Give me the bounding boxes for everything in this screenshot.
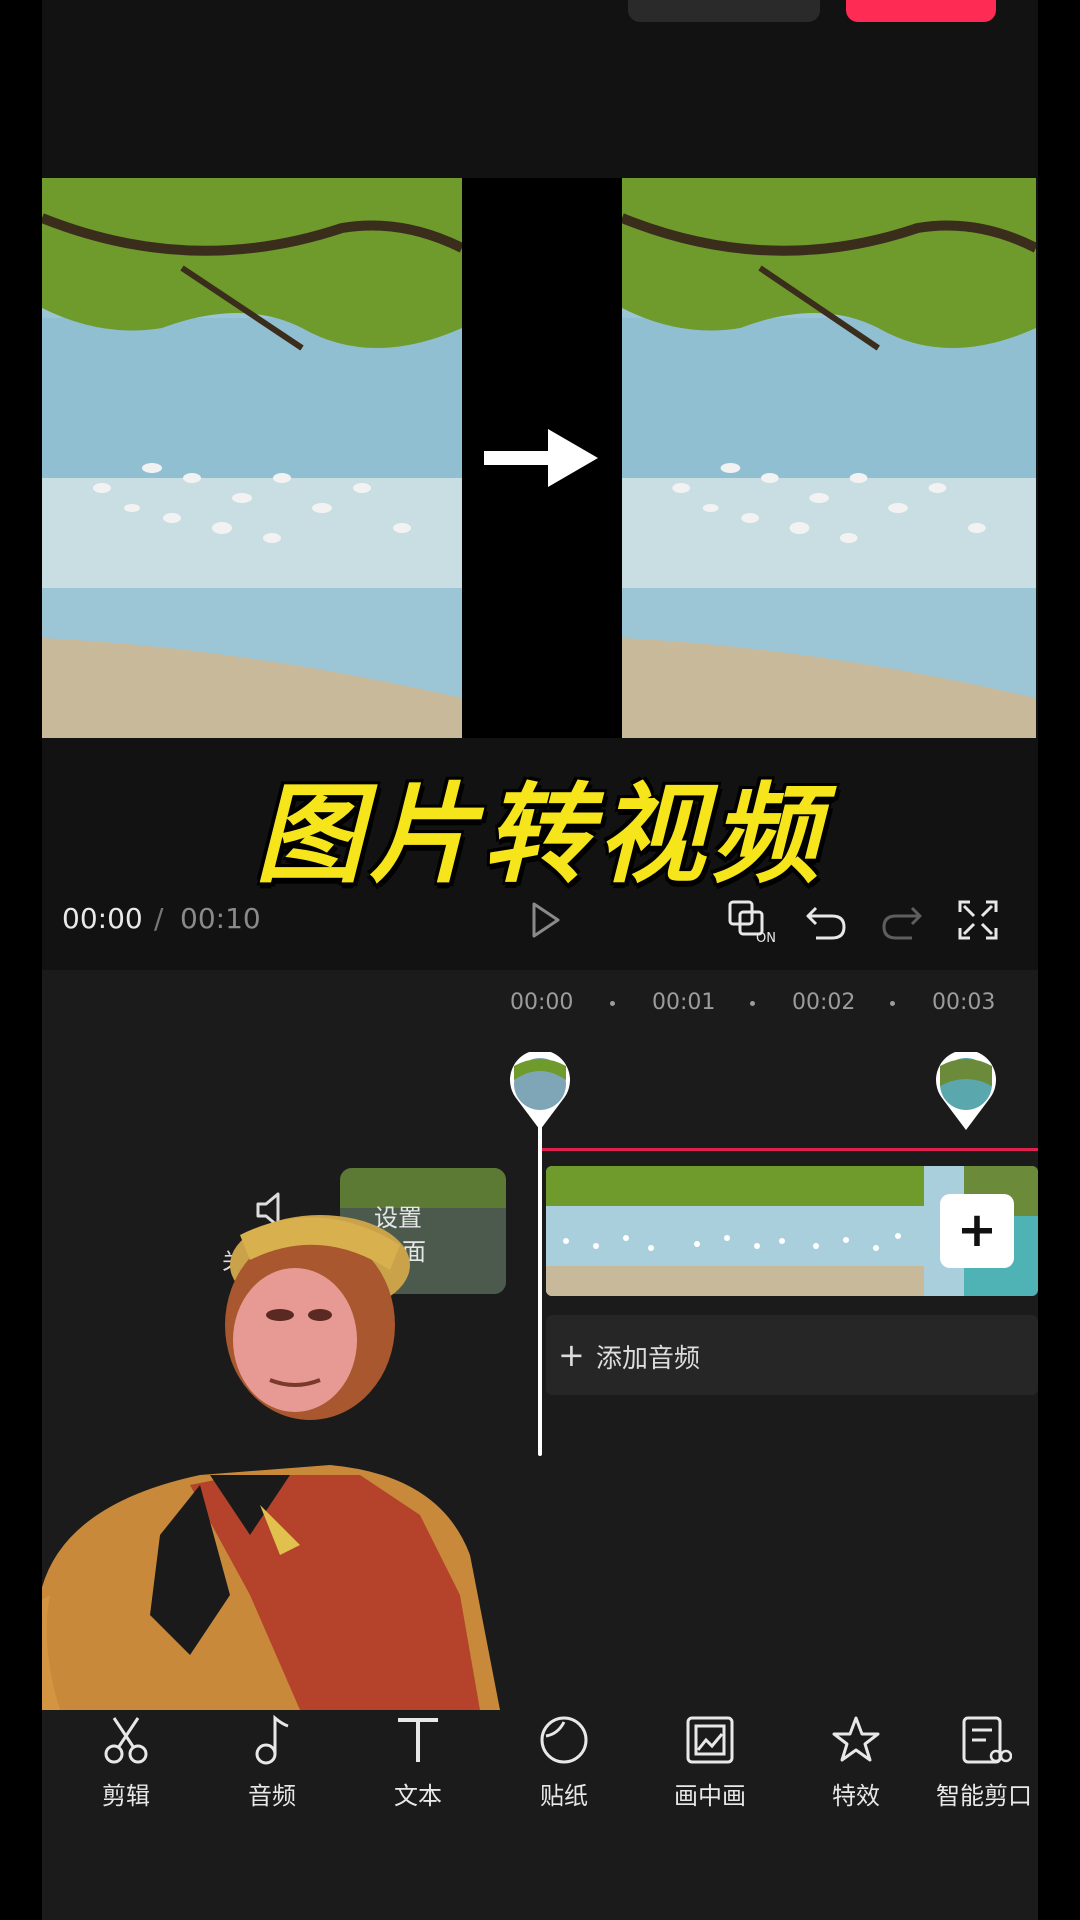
ruler-dot: [890, 1001, 895, 1006]
ruler-dot: [750, 1001, 755, 1006]
play-icon[interactable]: [520, 896, 568, 944]
redo-icon[interactable]: [878, 896, 926, 944]
top-left-icons[interactable]: [82, 0, 282, 10]
tool-smart-cut[interactable]: 智能剪口: [930, 1710, 1038, 1811]
text-icon: [398, 1718, 438, 1762]
clip-thumbnail: [672, 1166, 801, 1296]
picture-in-picture-icon: [686, 1716, 734, 1764]
ruler-tick: 00:00: [510, 990, 574, 1015]
add-clip-button[interactable]: +: [940, 1194, 1014, 1268]
svg-text:ON: ON: [756, 931, 776, 944]
sticker-icon: [540, 1716, 588, 1764]
export-button[interactable]: [846, 0, 996, 22]
clip-thumbnail: [798, 1166, 927, 1296]
scissors-icon: [104, 1717, 148, 1764]
add-audio-plus: +: [558, 1336, 585, 1374]
tool-label: 特效: [832, 1782, 880, 1810]
arrow-right-icon: [484, 429, 598, 487]
ruler-tick: 00:03: [932, 990, 996, 1015]
music-note-icon: [255, 1714, 289, 1765]
character-sticker: [42, 1215, 500, 1710]
tool-label: 音频: [248, 1782, 296, 1810]
fullscreen-icon[interactable]: [954, 896, 1002, 944]
tool-text[interactable]: 文本: [358, 1710, 478, 1811]
keyframe-track-line: [542, 1148, 1038, 1151]
tool-edit[interactable]: 剪辑: [66, 1710, 186, 1811]
ruler-dot: [610, 1001, 615, 1006]
tool-effects[interactable]: 特效: [796, 1710, 916, 1811]
add-audio-label: 添加音频: [596, 1344, 701, 1374]
tool-label: 智能剪口: [936, 1782, 1032, 1810]
total-time: 00:10: [180, 902, 261, 935]
tool-sticker[interactable]: 贴纸: [504, 1710, 624, 1811]
after-image: [622, 178, 1036, 738]
editor-app: 图片转视频 00:00 / 00:10 ON 00:00 00:01 00:02…: [42, 0, 1038, 1920]
resolution-button[interactable]: [628, 0, 820, 22]
keyframe-on-button[interactable]: ON: [726, 896, 780, 946]
tool-pip[interactable]: 画中画: [650, 1710, 770, 1811]
tool-audio[interactable]: 音频: [212, 1710, 332, 1811]
ruler-tick: 00:01: [652, 990, 716, 1015]
undo-icon[interactable]: [802, 896, 850, 944]
keyframe-pin-end[interactable]: [934, 1052, 998, 1132]
time-separator: /: [154, 902, 164, 935]
tool-label: 画中画: [674, 1782, 746, 1810]
before-image: [42, 178, 462, 738]
tool-label: 贴纸: [540, 1782, 588, 1810]
preview-area: [42, 178, 1036, 738]
effects-star-icon: [832, 1716, 880, 1762]
ruler-tick: 00:02: [792, 990, 856, 1015]
keyframe-on-icon: ON: [728, 900, 776, 946]
tool-label: 文本: [394, 1782, 442, 1810]
smart-cut-icon: [962, 1716, 1012, 1764]
clip-thumbnail: [546, 1166, 675, 1296]
tool-label: 剪辑: [102, 1782, 150, 1810]
current-time: 00:00: [62, 902, 143, 935]
headline-caption: 图片转视频: [254, 772, 825, 898]
